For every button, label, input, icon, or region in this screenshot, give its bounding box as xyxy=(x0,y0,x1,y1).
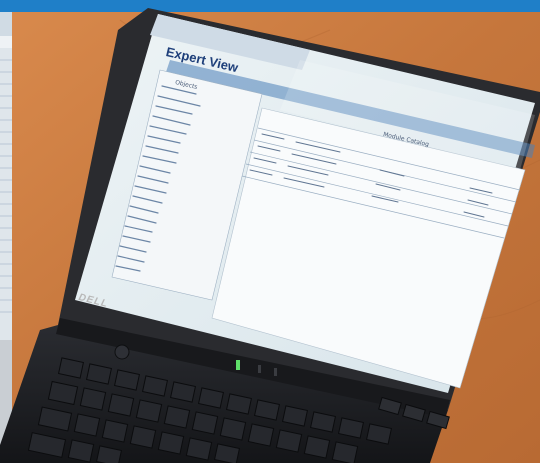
photo-scene xyxy=(0,0,540,463)
top-band xyxy=(0,0,540,12)
left-window-fragment xyxy=(0,12,12,463)
power-button xyxy=(114,344,130,360)
